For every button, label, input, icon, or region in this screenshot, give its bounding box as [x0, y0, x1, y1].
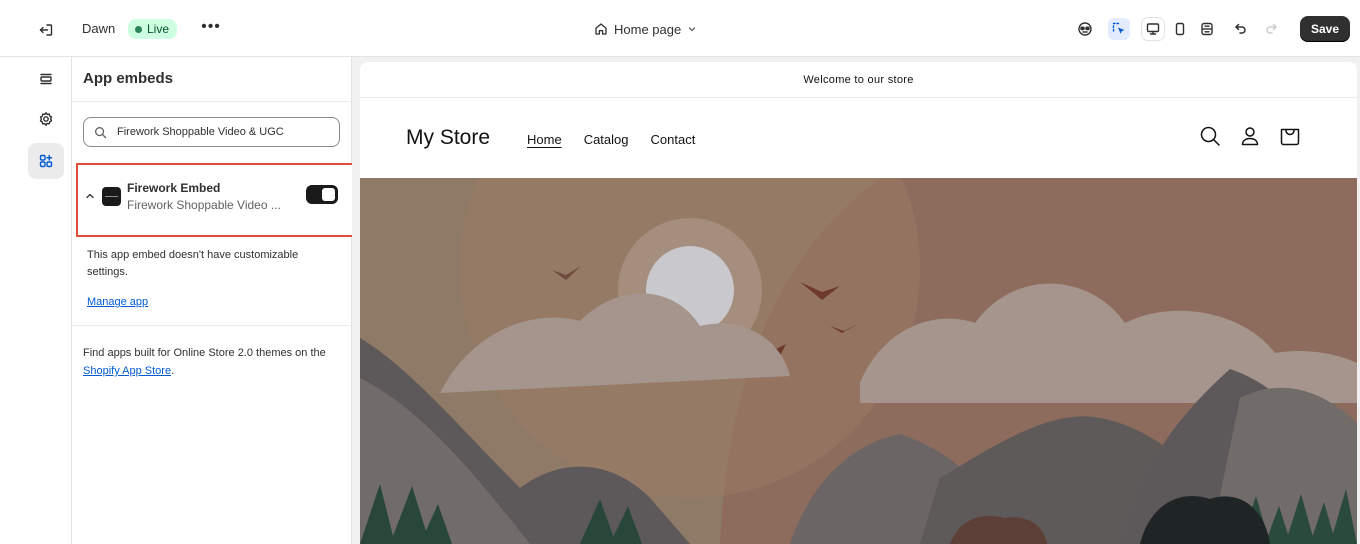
- app-embed-search[interactable]: [83, 117, 340, 147]
- inspector-select-icon[interactable]: [1108, 18, 1130, 40]
- home-icon: [595, 23, 607, 35]
- page-selector-label: Home page: [614, 21, 682, 37]
- panel-divider: [72, 101, 352, 102]
- undo-icon[interactable]: [1230, 18, 1252, 40]
- nav-home[interactable]: Home: [527, 132, 562, 147]
- live-dot-icon: [135, 25, 142, 33]
- page-selector[interactable]: Home page: [594, 18, 697, 40]
- shopify-app-store-link[interactable]: Shopify App Store: [83, 365, 171, 377]
- rail-sections-icon[interactable]: [28, 61, 64, 97]
- find-apps-suffix: .: [171, 365, 175, 377]
- live-badge-label: Live: [147, 22, 170, 36]
- account-icon[interactable]: [1238, 124, 1262, 148]
- editor-left-rail: [0, 57, 72, 544]
- search-input[interactable]: [117, 126, 327, 138]
- hero-illustration: [360, 178, 1357, 544]
- find-apps-text: Find apps built for Online Store 2.0 the…: [83, 344, 333, 380]
- chevron-up-icon[interactable]: [84, 190, 96, 202]
- panel-title: App embeds: [83, 70, 174, 87]
- redo-icon[interactable]: [1260, 18, 1282, 40]
- store-header: My Store Home Catalog Contact: [360, 99, 1357, 178]
- nav-contact[interactable]: Contact: [651, 132, 696, 147]
- rail-theme-settings-gear-icon[interactable]: [28, 101, 64, 137]
- mobile-view-icon[interactable]: [1169, 18, 1191, 40]
- more-actions-button[interactable]: •••: [200, 18, 222, 40]
- desktop-view-icon[interactable]: [1142, 18, 1164, 40]
- fullscreen-view-icon[interactable]: [1196, 18, 1218, 40]
- theme-name: Dawn: [82, 21, 116, 36]
- announcement-bar: Welcome to our store: [360, 62, 1357, 98]
- search-icon[interactable]: [1198, 124, 1222, 148]
- toggle-knob: [322, 188, 335, 201]
- embed-enable-toggle[interactable]: [306, 185, 338, 204]
- find-apps-prefix: Find apps built for Online Store 2.0 the…: [83, 347, 326, 359]
- cart-icon[interactable]: [1278, 124, 1302, 148]
- store-preview[interactable]: Welcome to our store My Store Home Catal…: [360, 62, 1357, 544]
- embed-name: Firework Embed: [127, 181, 221, 195]
- rail-app-embeds-icon[interactable]: [28, 143, 64, 179]
- header-icons: [1198, 124, 1302, 148]
- store-logo[interactable]: My Store: [406, 126, 490, 150]
- no-settings-text: This app embed doesn't have customizable…: [87, 249, 299, 278]
- exit-icon[interactable]: [36, 20, 56, 40]
- store-nav: Home Catalog Contact: [527, 132, 695, 147]
- search-icon: [95, 126, 107, 138]
- save-button[interactable]: Save: [1300, 16, 1350, 42]
- app-embeds-panel: App embeds Firework Embed Firework Shopp…: [72, 57, 358, 544]
- chevron-down-icon: [689, 27, 696, 32]
- firework-embed-item[interactable]: Firework Embed Firework Shoppable Video …: [76, 163, 358, 237]
- sensei-assistant-icon[interactable]: [1074, 18, 1096, 40]
- nav-catalog[interactable]: Catalog: [584, 132, 629, 147]
- manage-app-link[interactable]: Manage app: [87, 296, 148, 308]
- embed-subtitle: Firework Shoppable Video ...: [127, 198, 281, 212]
- panel-divider: [72, 325, 352, 326]
- live-status-badge: Live: [128, 19, 178, 39]
- editor-topbar: Dawn Live ••• Home page Save: [0, 0, 1360, 57]
- firework-logo-icon: [102, 187, 121, 206]
- announcement-text: Welcome to our store: [803, 73, 914, 86]
